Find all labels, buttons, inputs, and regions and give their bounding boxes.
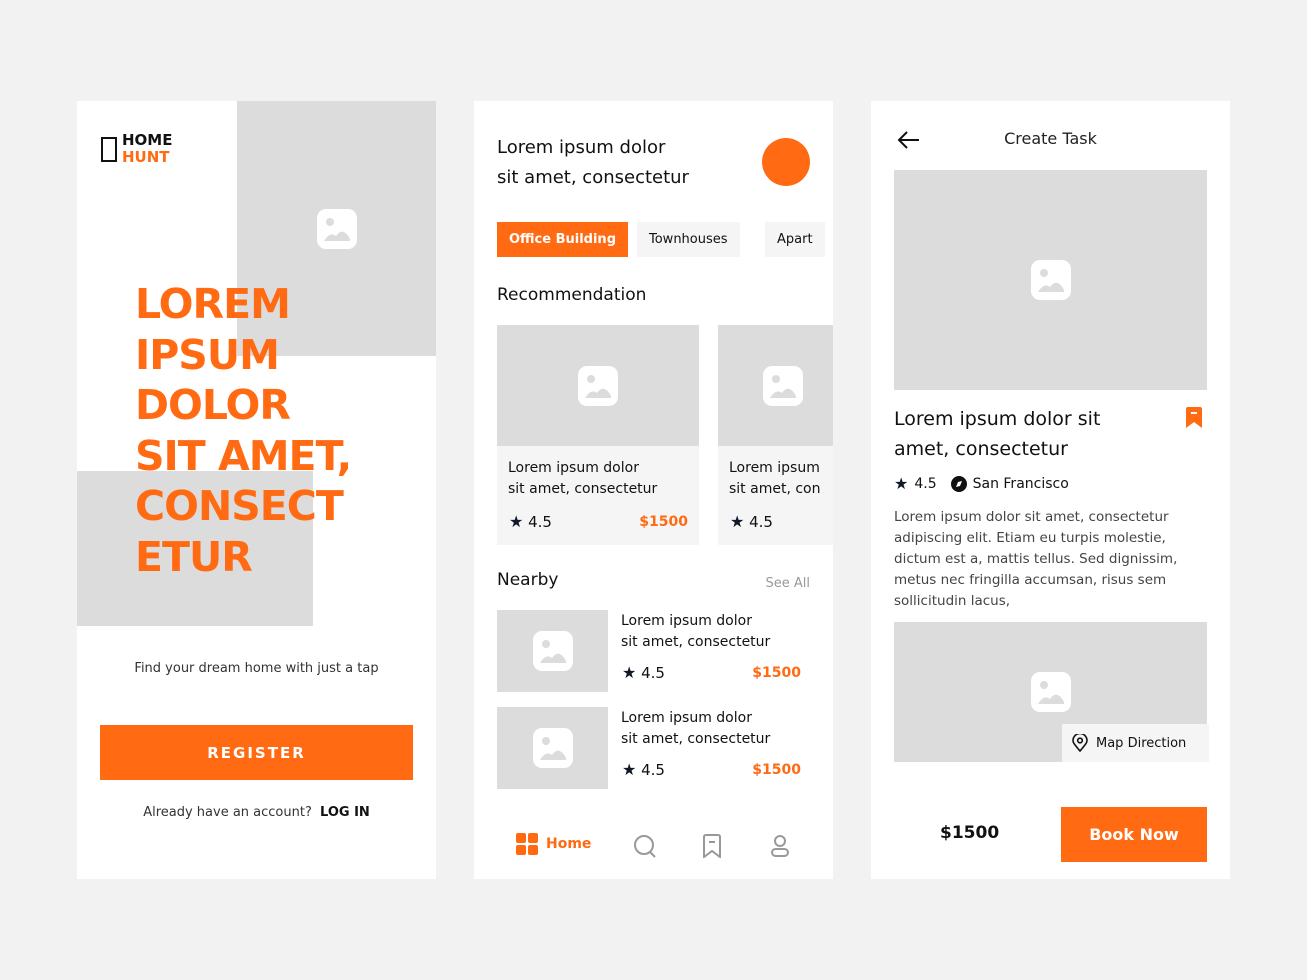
card-title-line: sit amet, con	[729, 481, 821, 497]
rating-value: 4.5	[641, 664, 665, 682]
card-title-line: Lorem ipsum	[729, 460, 820, 476]
rating-value: 4.5	[749, 513, 773, 531]
item-price: $1500	[752, 762, 801, 778]
section-title-recommendation: Recommendation	[497, 285, 647, 305]
login-prompt: Already have an account? LOG IN	[77, 805, 436, 820]
chip-office-building[interactable]: Office Building	[497, 222, 628, 257]
home-grid-icon	[516, 833, 538, 855]
headline-line: ETUR	[135, 532, 253, 581]
nav-home[interactable]: Home	[516, 833, 591, 855]
bookmark-icon[interactable]	[1186, 407, 1202, 428]
image-icon	[1031, 260, 1071, 300]
image-icon	[317, 209, 357, 249]
meta-row: ★ 4.5 San Francisco	[894, 474, 1069, 493]
register-button[interactable]: REGISTER	[100, 725, 413, 780]
headline-line: LOREM	[135, 280, 291, 328]
star-icon: ★	[509, 512, 524, 531]
rating-value: 4.5	[528, 513, 552, 531]
account-prompt: Already have an account?	[143, 805, 312, 820]
bookmark-icon[interactable]	[702, 834, 722, 858]
headline-line: IPSUM	[135, 330, 280, 379]
price: $1500	[940, 823, 1000, 843]
chip-apartment[interactable]: Apart	[765, 222, 825, 257]
headline-line: DOLOR	[135, 381, 291, 429]
rating-value: 4.5	[641, 761, 665, 779]
rating-value: 4.5	[914, 475, 937, 492]
headline-line: SIT AMET,	[135, 431, 352, 480]
nav-home-label: Home	[546, 836, 592, 852]
location-text: San Francisco	[972, 475, 1069, 492]
star-icon: ★	[730, 512, 745, 531]
greeting-line: sit amet, consectetur	[497, 167, 689, 188]
card-title: Lorem ipsum sit amet, con	[729, 458, 820, 500]
item-rating: ★ 4.5	[622, 663, 665, 682]
nearby-item[interactable]: Lorem ipsum dolor sit amet, consectetur ★…	[497, 610, 807, 692]
title-line: amet, consectetur	[894, 438, 1068, 460]
item-price: $1500	[752, 665, 801, 681]
item-title: Lorem ipsum dolor sit amet, consectetur	[621, 611, 770, 653]
card-rating: ★ 4.5	[730, 512, 773, 531]
home-screen: Lorem ipsum dolor sit amet, consectetur …	[474, 101, 833, 879]
item-title-line: Lorem ipsum dolor	[621, 710, 752, 726]
image-icon	[533, 631, 573, 671]
item-title-line: sit amet, consectetur	[621, 634, 771, 650]
star-icon: ★	[894, 474, 909, 493]
title-line: Lorem ipsum dolor sit	[894, 408, 1101, 430]
detail-screen: Create Task Lorem ipsum dolor sit amet, c…	[871, 101, 1230, 879]
recommendation-card[interactable]: Lorem ipsum sit amet, con ★ 4.5	[718, 325, 833, 545]
map-direction-button[interactable]: Map Direction	[1062, 724, 1209, 762]
star-icon: ★	[622, 760, 637, 779]
profile-icon[interactable]	[770, 834, 790, 858]
location-pin-icon	[1072, 734, 1088, 752]
image-placeholder	[894, 170, 1207, 390]
chip-townhouses[interactable]: Townhouses	[637, 222, 740, 257]
login-link[interactable]: LOG IN	[320, 805, 370, 820]
header-title: Create Task	[1004, 129, 1097, 148]
search-icon[interactable]	[633, 834, 657, 858]
greeting: Lorem ipsum dolor sit amet, consectetur	[497, 133, 689, 193]
welcome-screen: HOME HUNT LOREM IPSUM DOLOR SIT AMET, CO…	[77, 101, 436, 879]
image-placeholder	[497, 610, 608, 692]
item-title-line: sit amet, consectetur	[621, 731, 771, 747]
card-title: Lorem ipsum dolor sit amet, consectetur	[508, 458, 657, 500]
headline: LOREM IPSUM DOLOR SIT AMET, CONSECT ETUR	[135, 279, 352, 582]
greeting-line: Lorem ipsum dolor	[497, 137, 666, 158]
card-title-line: sit amet, consectetur	[508, 481, 658, 497]
image-icon	[533, 728, 573, 768]
item-title-line: Lorem ipsum dolor	[621, 613, 752, 629]
recommendation-card[interactable]: Lorem ipsum dolor sit amet, consectetur ★…	[497, 325, 699, 545]
item-rating: ★ 4.5	[622, 760, 665, 779]
card-rating: ★ 4.5	[509, 512, 552, 531]
nearby-item[interactable]: Lorem ipsum dolor sit amet, consectetur ★…	[497, 707, 807, 789]
card-title-line: Lorem ipsum dolor	[508, 460, 639, 476]
image-icon	[1031, 672, 1071, 712]
card-price: $1500	[639, 514, 688, 530]
logo: HOME HUNT	[122, 132, 172, 166]
description: Lorem ipsum dolor sit amet, consectetur …	[894, 509, 1178, 609]
avatar[interactable]	[762, 138, 810, 186]
image-icon	[578, 366, 618, 406]
logo-icon	[101, 137, 117, 162]
star-icon: ★	[622, 663, 637, 682]
tagline: Find your dream home with just a tap	[134, 661, 379, 676]
image-placeholder	[718, 325, 833, 446]
section-title-nearby: Nearby	[497, 570, 559, 590]
property-title: Lorem ipsum dolor sit amet, consectetur	[894, 404, 1100, 464]
see-all-link[interactable]: See All	[766, 576, 811, 591]
item-title: Lorem ipsum dolor sit amet, consectetur	[621, 708, 770, 750]
image-placeholder	[497, 707, 608, 789]
image-icon	[763, 366, 803, 406]
headline-line: CONSECT	[135, 482, 344, 530]
compass-icon	[950, 475, 967, 492]
logo-line2: HUNT	[122, 148, 170, 166]
map-direction-label: Map Direction	[1096, 735, 1187, 751]
book-now-button[interactable]: Book Now	[1061, 807, 1207, 862]
logo-line1: HOME	[122, 131, 173, 149]
image-placeholder	[497, 325, 699, 446]
